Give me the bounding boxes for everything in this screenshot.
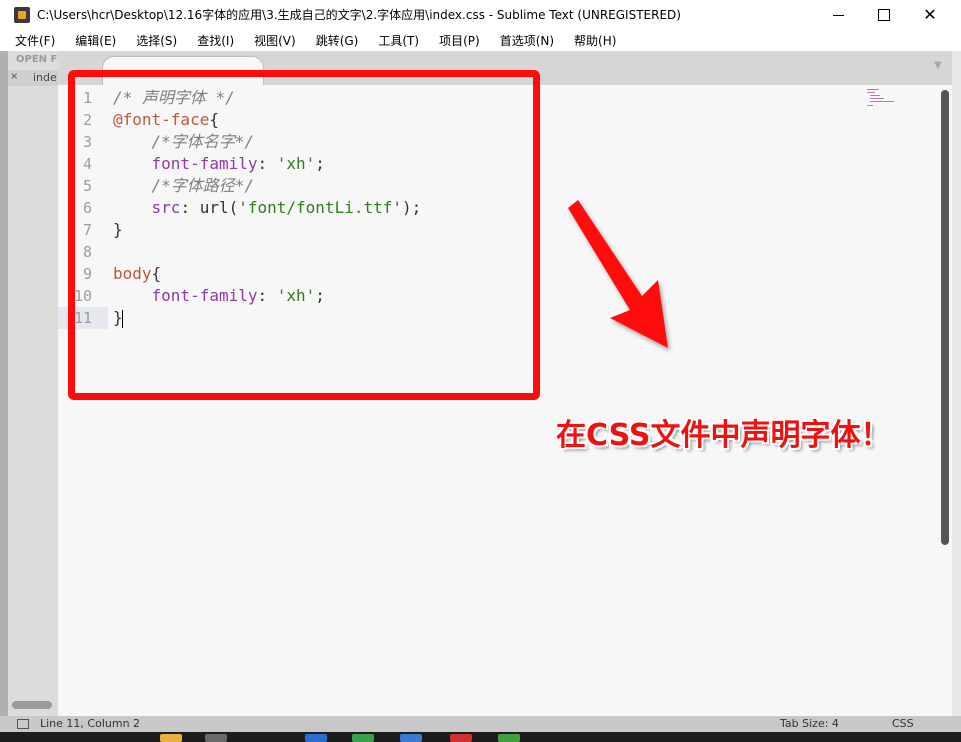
menu-tools[interactable]: 工具(T): [378, 32, 419, 49]
taskbar-browser-icon[interactable]: [305, 734, 327, 742]
red-arrow-icon: [568, 200, 668, 348]
menu-view[interactable]: 视图(V): [254, 32, 296, 49]
tab-size-selector[interactable]: Tab Size: 4: [780, 717, 839, 730]
minimap-line: [870, 98, 884, 99]
menu-help[interactable]: 帮助(H): [574, 32, 616, 49]
menu-preferences[interactable]: 首选项(N): [500, 32, 554, 49]
minimap-line: [867, 92, 875, 93]
sidebar-edge: [0, 51, 8, 716]
status-bar: Line 11, Column 2 Tab Size: 4 CSS: [0, 716, 961, 732]
maximize-button[interactable]: [861, 0, 907, 30]
minimize-icon: [832, 14, 844, 16]
taskbar-app-icon[interactable]: [498, 734, 520, 742]
minimap-line: [870, 95, 880, 96]
close-file-icon[interactable]: ×: [10, 71, 18, 82]
window-title: C:\Users\hcr\Desktop\12.16字体的应用\3.生成自己的文…: [37, 8, 681, 22]
menu-file[interactable]: 文件(F): [15, 32, 55, 49]
panel-toggle-icon[interactable]: [17, 719, 29, 729]
menu-find[interactable]: 查找(I): [197, 32, 234, 49]
minimap-line: [870, 101, 894, 102]
tab-dropdown-icon[interactable]: ▼: [934, 60, 942, 71]
menu-bar: 文件(F) 编辑(E) 选择(S) 查找(I) 视图(V) 跳转(G) 工具(T…: [0, 30, 961, 51]
sidebar-file-name[interactable]: inde: [33, 71, 57, 84]
minimap-line: [867, 89, 879, 90]
minimap[interactable]: [867, 89, 897, 109]
syntax-selector[interactable]: CSS: [892, 717, 914, 730]
highlight-box: [68, 70, 540, 400]
close-icon: ✕: [923, 5, 937, 24]
menu-goto[interactable]: 跳转(G): [316, 32, 359, 49]
cursor-position: Line 11, Column 2: [40, 717, 141, 730]
taskbar-app-icon[interactable]: [450, 734, 472, 742]
open-files-header: OPEN FI: [16, 54, 59, 65]
minimap-line: [867, 105, 873, 106]
annotation-text: 在CSS文件中声明字体！: [556, 418, 891, 453]
vertical-scrollbar-thumb[interactable]: [941, 90, 949, 545]
taskbar-app-icon[interactable]: [352, 734, 374, 742]
screenshot-root: C:\Users\hcr\Desktop\12.16字体的应用\3.生成自己的文…: [0, 0, 961, 742]
maximize-icon: [878, 9, 890, 21]
menu-project[interactable]: 项目(P): [439, 32, 480, 49]
title-bar: C:\Users\hcr\Desktop\12.16字体的应用\3.生成自己的文…: [0, 0, 961, 30]
taskbar: [0, 732, 961, 742]
minimize-button[interactable]: [815, 0, 861, 30]
close-button[interactable]: ✕: [907, 0, 953, 30]
sidebar-scrollbar[interactable]: [12, 701, 52, 709]
taskbar-sublime-icon[interactable]: [205, 734, 227, 742]
window-right-edge: [952, 51, 961, 716]
menu-edit[interactable]: 编辑(E): [75, 32, 116, 49]
taskbar-app-icon[interactable]: [400, 734, 422, 742]
taskbar-folder-icon[interactable]: [160, 734, 182, 742]
menu-selection[interactable]: 选择(S): [136, 32, 177, 49]
sidebar: OPEN FI × inde: [0, 51, 59, 716]
sublime-text-icon: [14, 7, 30, 23]
